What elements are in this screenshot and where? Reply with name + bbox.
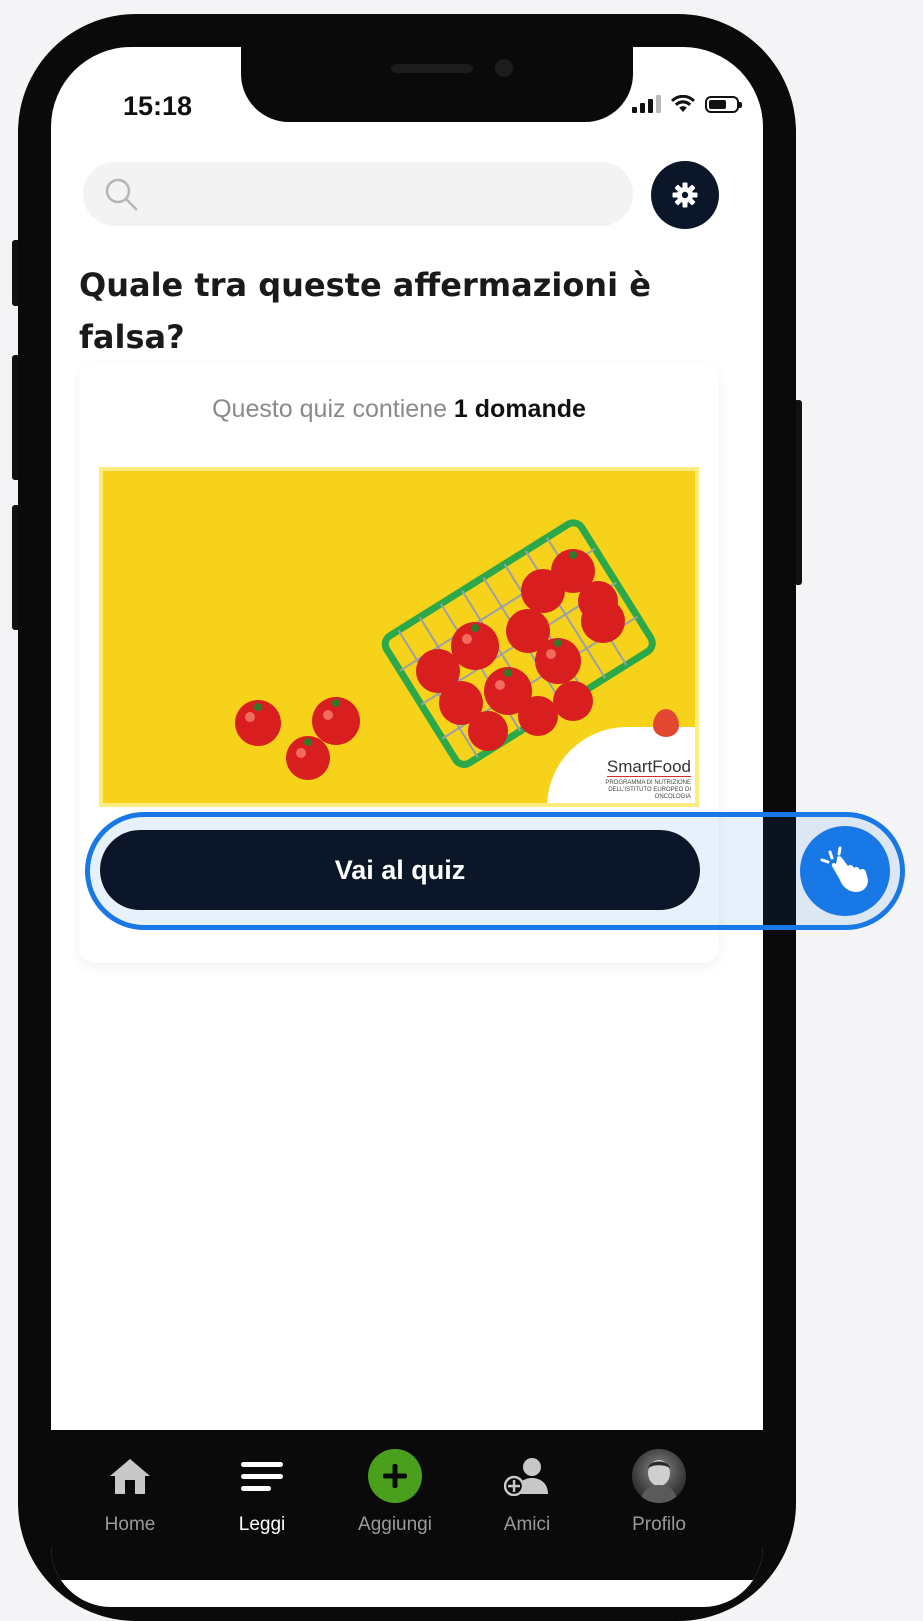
search-bar[interactable] [83, 162, 633, 228]
battery-icon [705, 95, 742, 113]
smartfood-logo-mark [653, 709, 679, 737]
tab-aggiungi-label: Aggiungi [358, 1514, 432, 1535]
settings-button[interactable] [651, 161, 719, 229]
front-camera [495, 59, 513, 77]
wifi-icon [671, 95, 695, 112]
tab-home-label: Home [104, 1514, 156, 1535]
notch [241, 47, 633, 122]
smartfood-brand: SmartFood [606, 757, 691, 777]
tap-indicator [800, 826, 890, 916]
tap-hand-icon [820, 846, 868, 892]
add-friend-icon [504, 1458, 548, 1496]
gear-icon [672, 182, 698, 208]
search-input[interactable] [153, 162, 617, 228]
tab-home[interactable]: Home [65, 1430, 195, 1560]
quiz-title: Quale tra queste affermazioni è falsa? [79, 266, 651, 356]
bottom-tab-bar: Home Leggi Aggiungi Amici Profilo [51, 1430, 763, 1580]
go-to-quiz-button[interactable]: Vai al quiz [100, 830, 700, 910]
status-time: 15:18 [123, 91, 193, 121]
status-icons [632, 95, 742, 113]
home-icon [110, 1459, 150, 1494]
speaker [391, 64, 473, 73]
quiz-question-count: Questo quiz contiene 1 domande [79, 395, 719, 424]
add-button[interactable] [368, 1449, 422, 1503]
tab-profilo-label: Profilo [632, 1514, 686, 1535]
tab-profilo[interactable]: Profilo [594, 1430, 724, 1560]
quiz-cover-image: SmartFood PROGRAMMA DI NUTRIZIONE DELL'I… [99, 467, 699, 807]
tab-leggi-label: Leggi [238, 1514, 286, 1535]
tab-leggi[interactable]: Leggi [197, 1430, 327, 1560]
plus-icon [383, 1464, 407, 1488]
tab-aggiungi[interactable]: Aggiungi [330, 1430, 460, 1560]
tab-amici[interactable]: Amici [462, 1430, 592, 1560]
menu-lines-icon [241, 1462, 283, 1491]
cellular-signal-icon [632, 95, 661, 113]
tab-amici-label: Amici [503, 1514, 551, 1535]
avatar [632, 1449, 686, 1503]
quiz-info-count: 1 domande [453, 395, 586, 423]
search-icon [105, 178, 138, 211]
quiz-info-prefix: Questo quiz contiene [212, 395, 454, 423]
smartfood-tagline: PROGRAMMA DI NUTRIZIONE DELL'ISTITUTO EU… [605, 780, 691, 800]
